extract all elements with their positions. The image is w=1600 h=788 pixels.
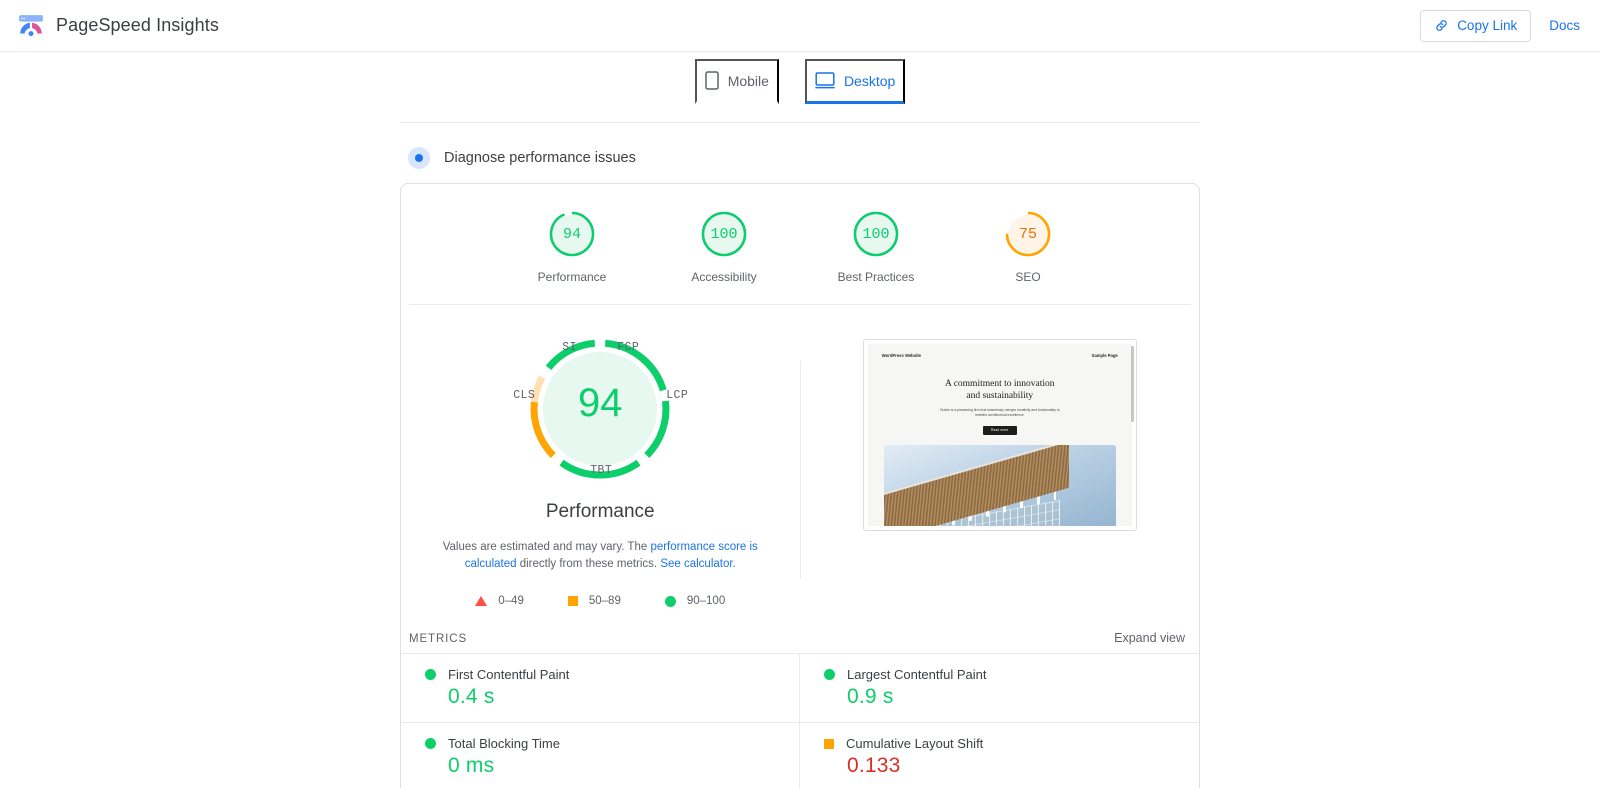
tab-mobile[interactable]: Mobile xyxy=(694,59,779,104)
docs-link[interactable]: Docs xyxy=(1549,18,1580,33)
metric-value: 0.133 xyxy=(847,754,901,777)
screenshot-scrollbar[interactable] xyxy=(1130,346,1134,422)
metric-total-blocking-time[interactable]: Total Blocking Time 0 ms xyxy=(401,723,799,788)
desktop-icon xyxy=(815,72,835,89)
metrics-column-right: Largest Contentful Paint 0.9 s Cumulativ… xyxy=(800,654,1199,788)
metric-first-contentful-paint[interactable]: First Contentful Paint 0.4 s xyxy=(401,654,799,723)
gauge-note-text-1: Values are estimated and may vary. The xyxy=(442,541,651,553)
legend-item-average: 50–89 xyxy=(567,595,621,607)
tab-mobile-label: Mobile xyxy=(727,72,769,89)
screenshot-site-name: WordPress Website xyxy=(881,353,921,358)
metric-largest-contentful-paint[interactable]: Largest Contentful Paint 0.9 s xyxy=(800,654,1199,723)
screenshot-heading-line1: A commitment to innovation xyxy=(944,379,1055,389)
screenshot-body-text: Oudes is a pioneering firm that seamless… xyxy=(939,408,1060,418)
gauge-label-tbt: TBT xyxy=(590,464,613,477)
performance-gauge-value: 94 xyxy=(578,381,623,425)
report-card: 94 Performance 100 Accessibility 100 Bes… xyxy=(400,183,1200,788)
brand: PageSpeed Insights xyxy=(18,13,219,39)
metrics-column-left: First Contentful Paint 0.4 s Total Block… xyxy=(401,654,800,788)
triangle-icon xyxy=(475,596,488,606)
score-value-best-practices: 100 xyxy=(862,225,890,243)
summary-section: 94 FCP LCP TBT CLS SI Performance Values… xyxy=(401,305,1199,621)
score-value-accessibility: 100 xyxy=(710,225,738,243)
metric-value: 0 ms xyxy=(448,754,495,777)
screenshot-cta-button: Read more xyxy=(982,425,1017,435)
score-ring-performance: 94 xyxy=(548,210,596,258)
legend-item-good: 90–100 xyxy=(664,595,726,607)
screenshot-hero-image xyxy=(883,444,1116,526)
expand-view-toggle[interactable]: Expand view xyxy=(1114,631,1185,645)
score-accessibility[interactable]: 100 Accessibility xyxy=(676,210,772,284)
header-actions: Copy Link Docs xyxy=(1420,9,1584,42)
metric-cumulative-layout-shift[interactable]: Cumulative Layout Shift 0.133 xyxy=(800,723,1199,788)
see-calculator-link[interactable]: See calculator. xyxy=(660,558,735,570)
score-label-seo: SEO xyxy=(1015,270,1041,284)
gauge-label-fcp: FCP xyxy=(617,341,640,354)
category-scores: 94 Performance 100 Accessibility 100 Bes… xyxy=(409,184,1191,305)
score-label-accessibility: Accessibility xyxy=(691,270,757,284)
score-ring-seo: 75 xyxy=(1004,210,1052,258)
score-label-best-practices: Best Practices xyxy=(837,270,915,284)
score-legend: 0–49 50–89 90–100 xyxy=(475,595,725,607)
diagnose-header: Diagnose performance issues xyxy=(400,123,1200,183)
gauge-note: Values are estimated and may vary. The p… xyxy=(435,539,765,573)
metrics-grid: First Contentful Paint 0.4 s Total Block… xyxy=(401,653,1199,788)
score-seo[interactable]: 75 SEO xyxy=(980,210,1076,284)
page-screenshot-thumbnail[interactable]: WordPress Website Sample Page A commitme… xyxy=(862,339,1137,531)
status-circle-icon xyxy=(824,669,835,680)
screenshot-heading-line2: and sustainability xyxy=(966,391,1034,401)
copy-link-label: Copy Link xyxy=(1457,18,1518,33)
legend-range-good: 90–100 xyxy=(686,595,726,607)
score-best-practices[interactable]: 100 Best Practices xyxy=(828,210,924,284)
copy-link-button[interactable]: Copy Link xyxy=(1420,9,1532,42)
status-square-icon xyxy=(824,738,834,749)
report-page: Diagnose performance issues 94 Performan… xyxy=(400,104,1200,788)
square-icon xyxy=(567,596,578,606)
status-circle-icon xyxy=(425,669,436,680)
screenshot-nav-link: Sample Page xyxy=(1091,353,1118,358)
score-label-performance: Performance xyxy=(537,270,607,284)
metric-label: Largest Contentful Paint xyxy=(847,667,987,682)
pagespeed-logo-icon xyxy=(18,13,44,39)
performance-gauge-panel: 94 FCP LCP TBT CLS SI Performance Values… xyxy=(401,331,800,613)
metric-label: Cumulative Layout Shift xyxy=(846,736,984,751)
metrics-title: METRICS xyxy=(409,633,468,645)
diagnose-label: Diagnose performance issues xyxy=(444,150,636,166)
score-value-seo: 75 xyxy=(1018,225,1037,243)
screenshot-site-header: WordPress Website Sample Page xyxy=(868,344,1132,358)
score-value-performance: 94 xyxy=(562,225,581,243)
metric-label: Total Blocking Time xyxy=(448,736,560,751)
legend-item-poor: 0–49 xyxy=(475,595,524,607)
metrics-header: METRICS Expand view xyxy=(401,621,1199,653)
circle-icon xyxy=(664,595,676,607)
score-performance[interactable]: 94 Performance xyxy=(524,210,620,284)
legend-range-poor: 0–49 xyxy=(498,595,524,607)
metric-label: First Contentful Paint xyxy=(448,667,570,682)
tab-desktop-label: Desktop xyxy=(843,72,896,89)
score-ring-best-practices: 100 xyxy=(852,210,900,258)
gauge-label-lcp: LCP xyxy=(666,389,689,402)
screenshot-heading: A commitment to innovation and sustainab… xyxy=(868,378,1132,402)
status-circle-icon xyxy=(425,738,436,749)
screenshot-viewport: WordPress Website Sample Page A commitme… xyxy=(867,344,1132,526)
performance-gauge: 94 FCP LCP TBT CLS SI xyxy=(505,331,695,499)
gauge-label-si: SI xyxy=(562,341,577,354)
performance-gauge-caption: Performance xyxy=(545,501,655,522)
pulse-dot-icon xyxy=(408,147,430,169)
mobile-icon xyxy=(704,71,719,90)
app-header: PageSpeed Insights Copy Link Docs xyxy=(0,0,1600,52)
gauge-label-cls: CLS xyxy=(513,389,536,402)
link-icon xyxy=(1434,18,1449,33)
legend-range-average: 50–89 xyxy=(588,595,621,607)
metric-value: 0.4 s xyxy=(448,685,495,708)
device-tabs: Mobile Desktop xyxy=(0,52,1600,104)
app-title: PageSpeed Insights xyxy=(56,15,219,35)
tab-desktop[interactable]: Desktop xyxy=(804,59,906,104)
metric-value: 0.9 s xyxy=(847,685,894,708)
gauge-note-text-2: directly from these metrics. xyxy=(516,558,661,570)
score-ring-accessibility: 100 xyxy=(700,210,748,258)
screenshot-panel: WordPress Website Sample Page A commitme… xyxy=(801,331,1200,613)
